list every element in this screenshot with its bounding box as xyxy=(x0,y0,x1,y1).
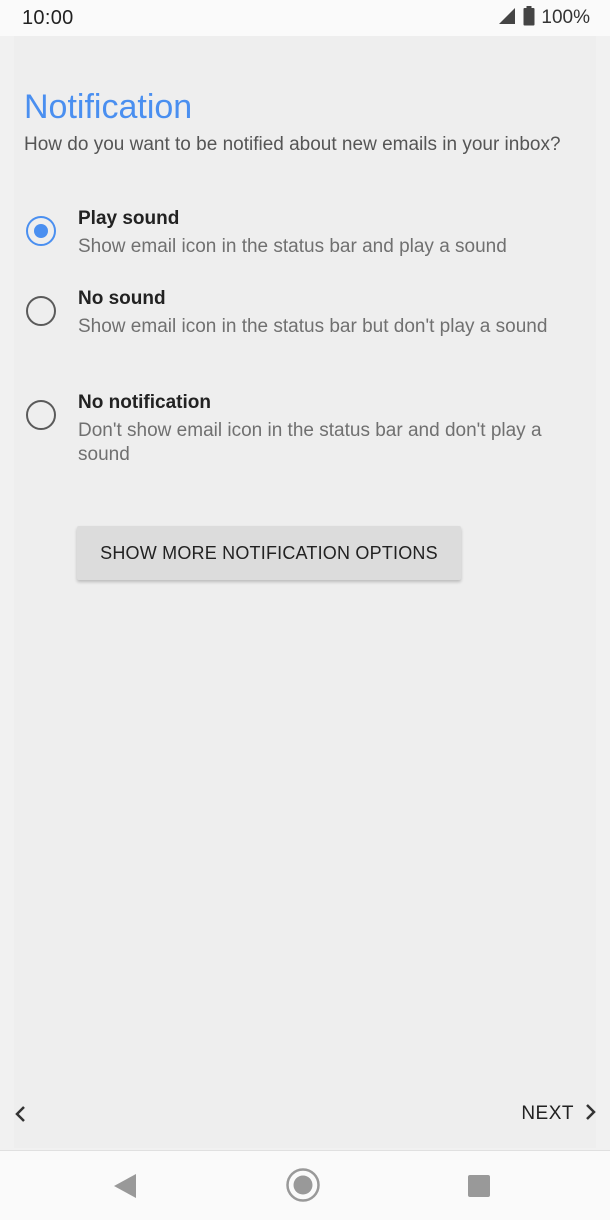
status-icons: 100% xyxy=(497,5,590,31)
nav-back-icon[interactable] xyxy=(112,1172,138,1205)
battery-percentage: 100% xyxy=(541,7,590,28)
option-play-sound[interactable]: Play sound Show email icon in the status… xyxy=(24,208,594,288)
nav-home-icon[interactable] xyxy=(285,1167,321,1208)
chevron-right-icon xyxy=(584,1102,598,1127)
show-more-options-button[interactable]: SHOW MORE NOTIFICATION OPTIONS xyxy=(77,526,461,580)
option-description: Show email icon in the status bar but do… xyxy=(78,316,548,337)
option-description: Don't show email icon in the status bar … xyxy=(78,420,542,465)
option-no-sound[interactable]: No sound Show email icon in the status b… xyxy=(24,288,594,368)
next-button[interactable]: NEXT xyxy=(521,1100,598,1128)
radio-button[interactable] xyxy=(26,400,56,430)
radio-button[interactable] xyxy=(26,296,56,326)
option-label: No sound xyxy=(78,288,166,309)
status-bar: 10:00 100% xyxy=(0,0,610,36)
signal-icon xyxy=(497,7,517,30)
chevron-left-icon[interactable] xyxy=(8,1100,32,1128)
page-title: Notification xyxy=(24,88,193,126)
battery-icon xyxy=(523,5,535,31)
content-panel: Notification How do you want to be notif… xyxy=(14,36,596,1148)
option-no-notification[interactable]: No notification Don't show email icon in… xyxy=(24,392,594,472)
option-label: Play sound xyxy=(78,208,180,229)
page-subtitle: How do you want to be notified about new… xyxy=(24,134,561,155)
option-description: Show email icon in the status bar and pl… xyxy=(78,236,507,257)
radio-button-selected[interactable] xyxy=(26,216,56,246)
nav-recents-icon[interactable] xyxy=(468,1175,490,1197)
next-label: NEXT xyxy=(521,1103,574,1124)
status-time: 10:00 xyxy=(22,6,74,29)
navigation-bar xyxy=(0,1150,610,1220)
option-label: No notification xyxy=(78,392,211,413)
